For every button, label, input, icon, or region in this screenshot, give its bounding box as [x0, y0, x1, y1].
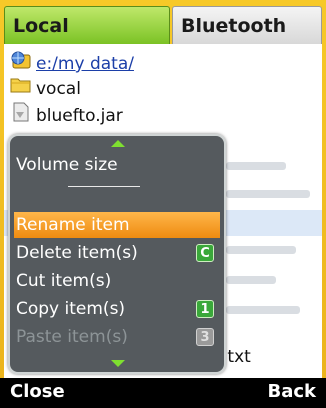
list-item[interactable]: bluefto.jar — [10, 102, 123, 128]
menu-item-rename[interactable]: Rename item — [14, 212, 220, 238]
back-softkey[interactable]: Back — [267, 381, 316, 402]
background-row — [226, 306, 300, 314]
drive-globe-icon — [10, 50, 32, 78]
menu-item-label: Cut item(s) — [16, 271, 112, 291]
shortcut-key-1-icon: 1 — [196, 300, 214, 318]
menu-item-copy[interactable]: Copy item(s) 1 — [14, 296, 220, 322]
menu-item-label: Paste item(s) — [16, 327, 128, 347]
tab-bar: Local Bluetooth — [0, 0, 326, 44]
phone-screen: Local Bluetooth e:/my data/ vocal blueft… — [0, 0, 326, 408]
softkey-bar: Close Back — [0, 378, 326, 408]
path-row[interactable]: e:/my data/ — [10, 50, 134, 76]
folder-icon — [10, 76, 32, 102]
close-softkey[interactable]: Close — [10, 381, 65, 402]
divider — [68, 186, 140, 187]
background-row — [226, 190, 310, 198]
menu-item-paste: Paste item(s) 3 — [14, 324, 220, 350]
shortcut-key-c-icon: C — [196, 244, 214, 262]
scroll-down-arrow-icon[interactable] — [111, 360, 125, 367]
background-row — [226, 246, 296, 254]
menu-item-label: Delete item(s) — [16, 243, 138, 263]
list-item[interactable]: vocal — [10, 76, 81, 102]
background-row — [226, 276, 276, 284]
menu-volume-size[interactable]: Volume size — [14, 152, 220, 178]
background-row — [226, 162, 286, 170]
tab-bluetooth[interactable]: Bluetooth — [172, 6, 322, 44]
list-item[interactable]: .txt — [222, 344, 251, 370]
options-menu: Volume size Rename item Delete item(s) C… — [8, 134, 226, 374]
menu-item-label: Copy item(s) — [16, 299, 126, 319]
list-item-label: vocal — [36, 79, 81, 99]
current-path: e:/my data/ — [36, 54, 134, 74]
tab-local[interactable]: Local — [4, 6, 170, 44]
jar-file-icon — [10, 102, 32, 130]
scroll-up-arrow-icon[interactable] — [111, 140, 125, 147]
menu-item-label: Rename item — [16, 215, 130, 235]
menu-item-delete[interactable]: Delete item(s) C — [14, 240, 220, 266]
list-item-label: bluefto.jar — [36, 106, 123, 126]
list-item-label: .txt — [222, 347, 251, 367]
menu-item-cut[interactable]: Cut item(s) — [14, 268, 220, 294]
shortcut-key-3-icon: 3 — [196, 328, 214, 346]
